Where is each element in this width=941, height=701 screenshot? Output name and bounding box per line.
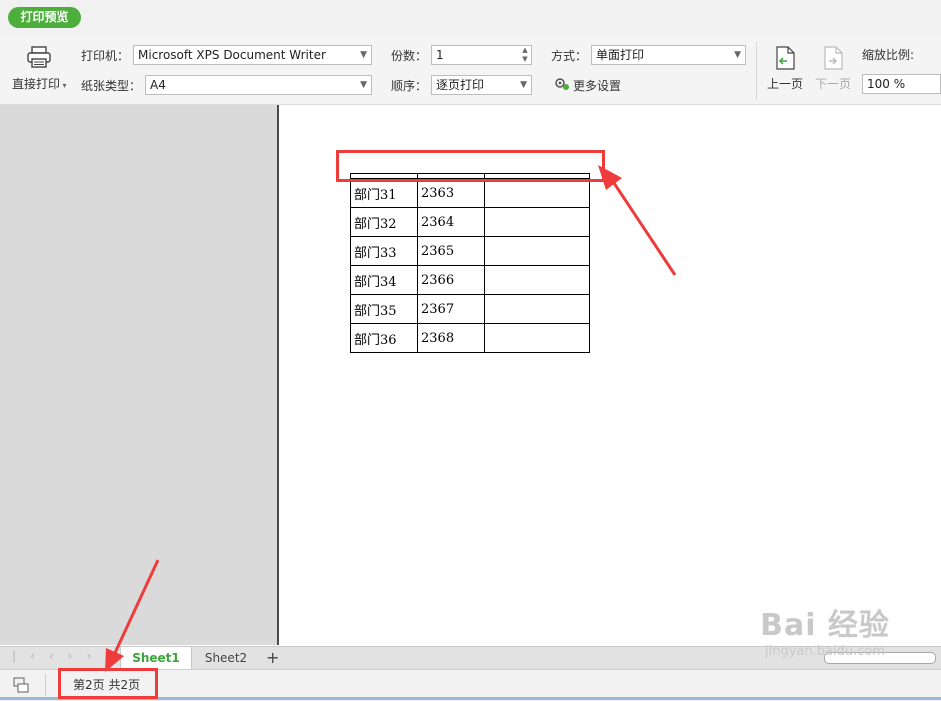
next-page-button[interactable]: 下一页 bbox=[815, 75, 851, 92]
order-select[interactable]: 逐页打印 ▼ bbox=[431, 75, 532, 95]
table-row: 部门34 2366 bbox=[350, 265, 590, 295]
status-divider bbox=[45, 674, 46, 696]
tab-sheet2[interactable]: Sheet2 bbox=[192, 647, 260, 669]
printer-icon[interactable] bbox=[27, 46, 51, 68]
sheet-table: 部门31 2363 部门32 2364 部门33 2365 部门34 2366 … bbox=[350, 173, 590, 353]
table-cell: 部门34 bbox=[350, 265, 418, 295]
annotation-box-header bbox=[336, 150, 605, 182]
copies-label: 份数： bbox=[391, 49, 428, 63]
table-cell: 2363 bbox=[417, 178, 485, 208]
chevron-down-icon: ▼ bbox=[360, 50, 367, 60]
add-sheet-button[interactable]: + bbox=[266, 648, 279, 667]
sheet-nav-arrows-icon[interactable]: |‹‹›› bbox=[12, 649, 105, 663]
table-cell: 2364 bbox=[417, 207, 485, 237]
printer-label: 打印机： bbox=[81, 49, 130, 63]
table-cell bbox=[484, 265, 590, 295]
next-page-icon[interactable] bbox=[822, 46, 844, 70]
copies-stepper[interactable]: 1 ▲ ▼ bbox=[431, 45, 532, 65]
baidu-watermark: Bai 经验 jingyan.baidu.com bbox=[760, 608, 890, 659]
paper-type-label: 纸张类型： bbox=[81, 79, 142, 93]
toolbar-divider bbox=[756, 42, 757, 100]
chevron-down-icon: ▼ bbox=[520, 80, 527, 90]
print-preview-badge[interactable]: 打印预览 bbox=[8, 7, 81, 28]
order-label: 顺序： bbox=[391, 79, 428, 93]
table-cell: 2367 bbox=[417, 294, 485, 324]
table-cell bbox=[484, 178, 590, 208]
table-row: 部门32 2364 bbox=[350, 207, 590, 237]
printer-select[interactable]: Microsoft XPS Document Writer ▼ bbox=[133, 45, 372, 65]
table-cell: 部门32 bbox=[350, 207, 418, 237]
table-cell: 部门31 bbox=[350, 178, 418, 208]
table-cell bbox=[484, 236, 590, 266]
table-row: 部门33 2365 bbox=[350, 236, 590, 266]
table-cell: 部门35 bbox=[350, 294, 418, 324]
stepper-arrows-icon[interactable]: ▲ ▼ bbox=[521, 46, 529, 64]
table-row: 部门36 2368 bbox=[350, 323, 590, 353]
table-cell: 2368 bbox=[417, 323, 485, 353]
table-cell: 2365 bbox=[417, 236, 485, 266]
table-cell bbox=[484, 323, 590, 353]
direct-print-button[interactable]: 直接打印 ▾ bbox=[12, 75, 67, 92]
duplex-mode-select[interactable]: 单面打印 ▼ bbox=[591, 45, 746, 65]
table-cell: 部门36 bbox=[350, 323, 418, 353]
table-cell bbox=[484, 207, 590, 237]
title-strip: 打印预览 bbox=[0, 0, 941, 36]
zoom-label: 缩放比例: bbox=[862, 48, 915, 62]
mode-label: 方式： bbox=[551, 49, 588, 63]
layout-icon[interactable] bbox=[12, 676, 32, 694]
chevron-down-icon: ▼ bbox=[360, 80, 367, 90]
zoom-input[interactable]: 100 % bbox=[862, 74, 941, 94]
preview-left-margin bbox=[0, 105, 279, 645]
table-cell: 2366 bbox=[417, 265, 485, 295]
prev-page-button[interactable]: 上一页 bbox=[767, 75, 803, 92]
tab-sheet1[interactable]: Sheet1 bbox=[120, 647, 192, 669]
more-settings-button[interactable]: 更多设置 bbox=[573, 77, 621, 94]
chevron-down-icon: ▼ bbox=[734, 50, 741, 60]
table-cell: 部门33 bbox=[350, 236, 418, 266]
prev-page-icon[interactable] bbox=[774, 46, 796, 70]
table-row: 部门35 2367 bbox=[350, 294, 590, 324]
table-row: 部门31 2363 bbox=[350, 178, 590, 208]
settings-gear-icon[interactable] bbox=[554, 77, 570, 91]
table-cell bbox=[484, 294, 590, 324]
print-preview-page[interactable]: 部门31 2363 部门32 2364 部门33 2365 部门34 2366 … bbox=[279, 105, 941, 645]
print-toolbar: 直接打印 ▾ 打印机： Microsoft XPS Document Write… bbox=[0, 36, 941, 105]
annotation-box-page-counter bbox=[58, 668, 158, 699]
paper-type-select[interactable]: A4 ▼ bbox=[145, 75, 372, 95]
